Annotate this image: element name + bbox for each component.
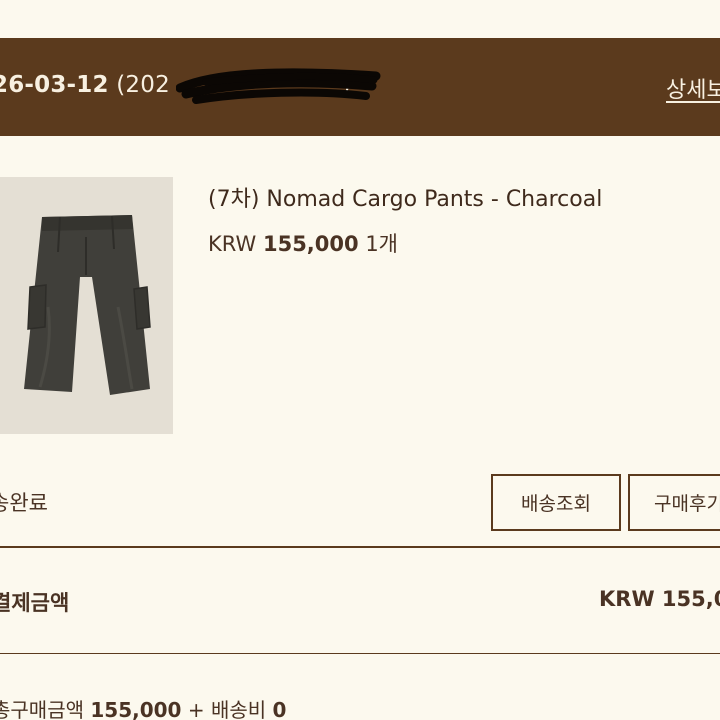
shipping-fee-value: 0 <box>272 698 287 720</box>
product-quantity: 1개 <box>365 232 398 256</box>
order-date-value: 26-03-12 <box>0 72 109 98</box>
product-currency: KRW <box>208 232 257 256</box>
product-price: KRW 155,000 1개 <box>208 228 398 258</box>
section-divider <box>0 546 720 548</box>
product-name[interactable]: (7차) Nomad Cargo Pants - Charcoal <box>208 181 602 213</box>
write-review-button[interactable]: 구매후기 <box>628 474 720 531</box>
shipping-fee-label: 배송비 <box>210 698 267 720</box>
cargo-pants-icon <box>24 215 151 395</box>
order-header: 26-03-12 (202) 상세보 <box>0 38 720 136</box>
product-price-amount: 155,000 <box>262 232 359 256</box>
redaction-scribble-icon <box>176 68 381 104</box>
plus-sign: + <box>187 698 205 720</box>
section-divider <box>0 653 720 654</box>
purchase-amount-value: 155,000 <box>90 698 182 720</box>
payment-summary: 총구매금액 155,000 + 배송비 0 <box>0 694 286 720</box>
order-detail-link[interactable]: 상세보 <box>666 72 720 104</box>
order-detail-page: 26-03-12 (202) 상세보 (7차) Nomad Cargo Pant… <box>0 0 720 720</box>
track-shipping-button[interactable]: 배송조회 <box>491 474 621 531</box>
product-thumbnail[interactable] <box>0 177 173 434</box>
order-number-visible: (202 <box>116 72 170 98</box>
purchase-amount-label: 총구매금액 <box>0 698 84 720</box>
delivery-status: 송완료 <box>0 491 48 515</box>
payment-total-value: KRW 155,0 <box>599 587 720 611</box>
payment-total-label: 결제금액 <box>0 591 70 615</box>
